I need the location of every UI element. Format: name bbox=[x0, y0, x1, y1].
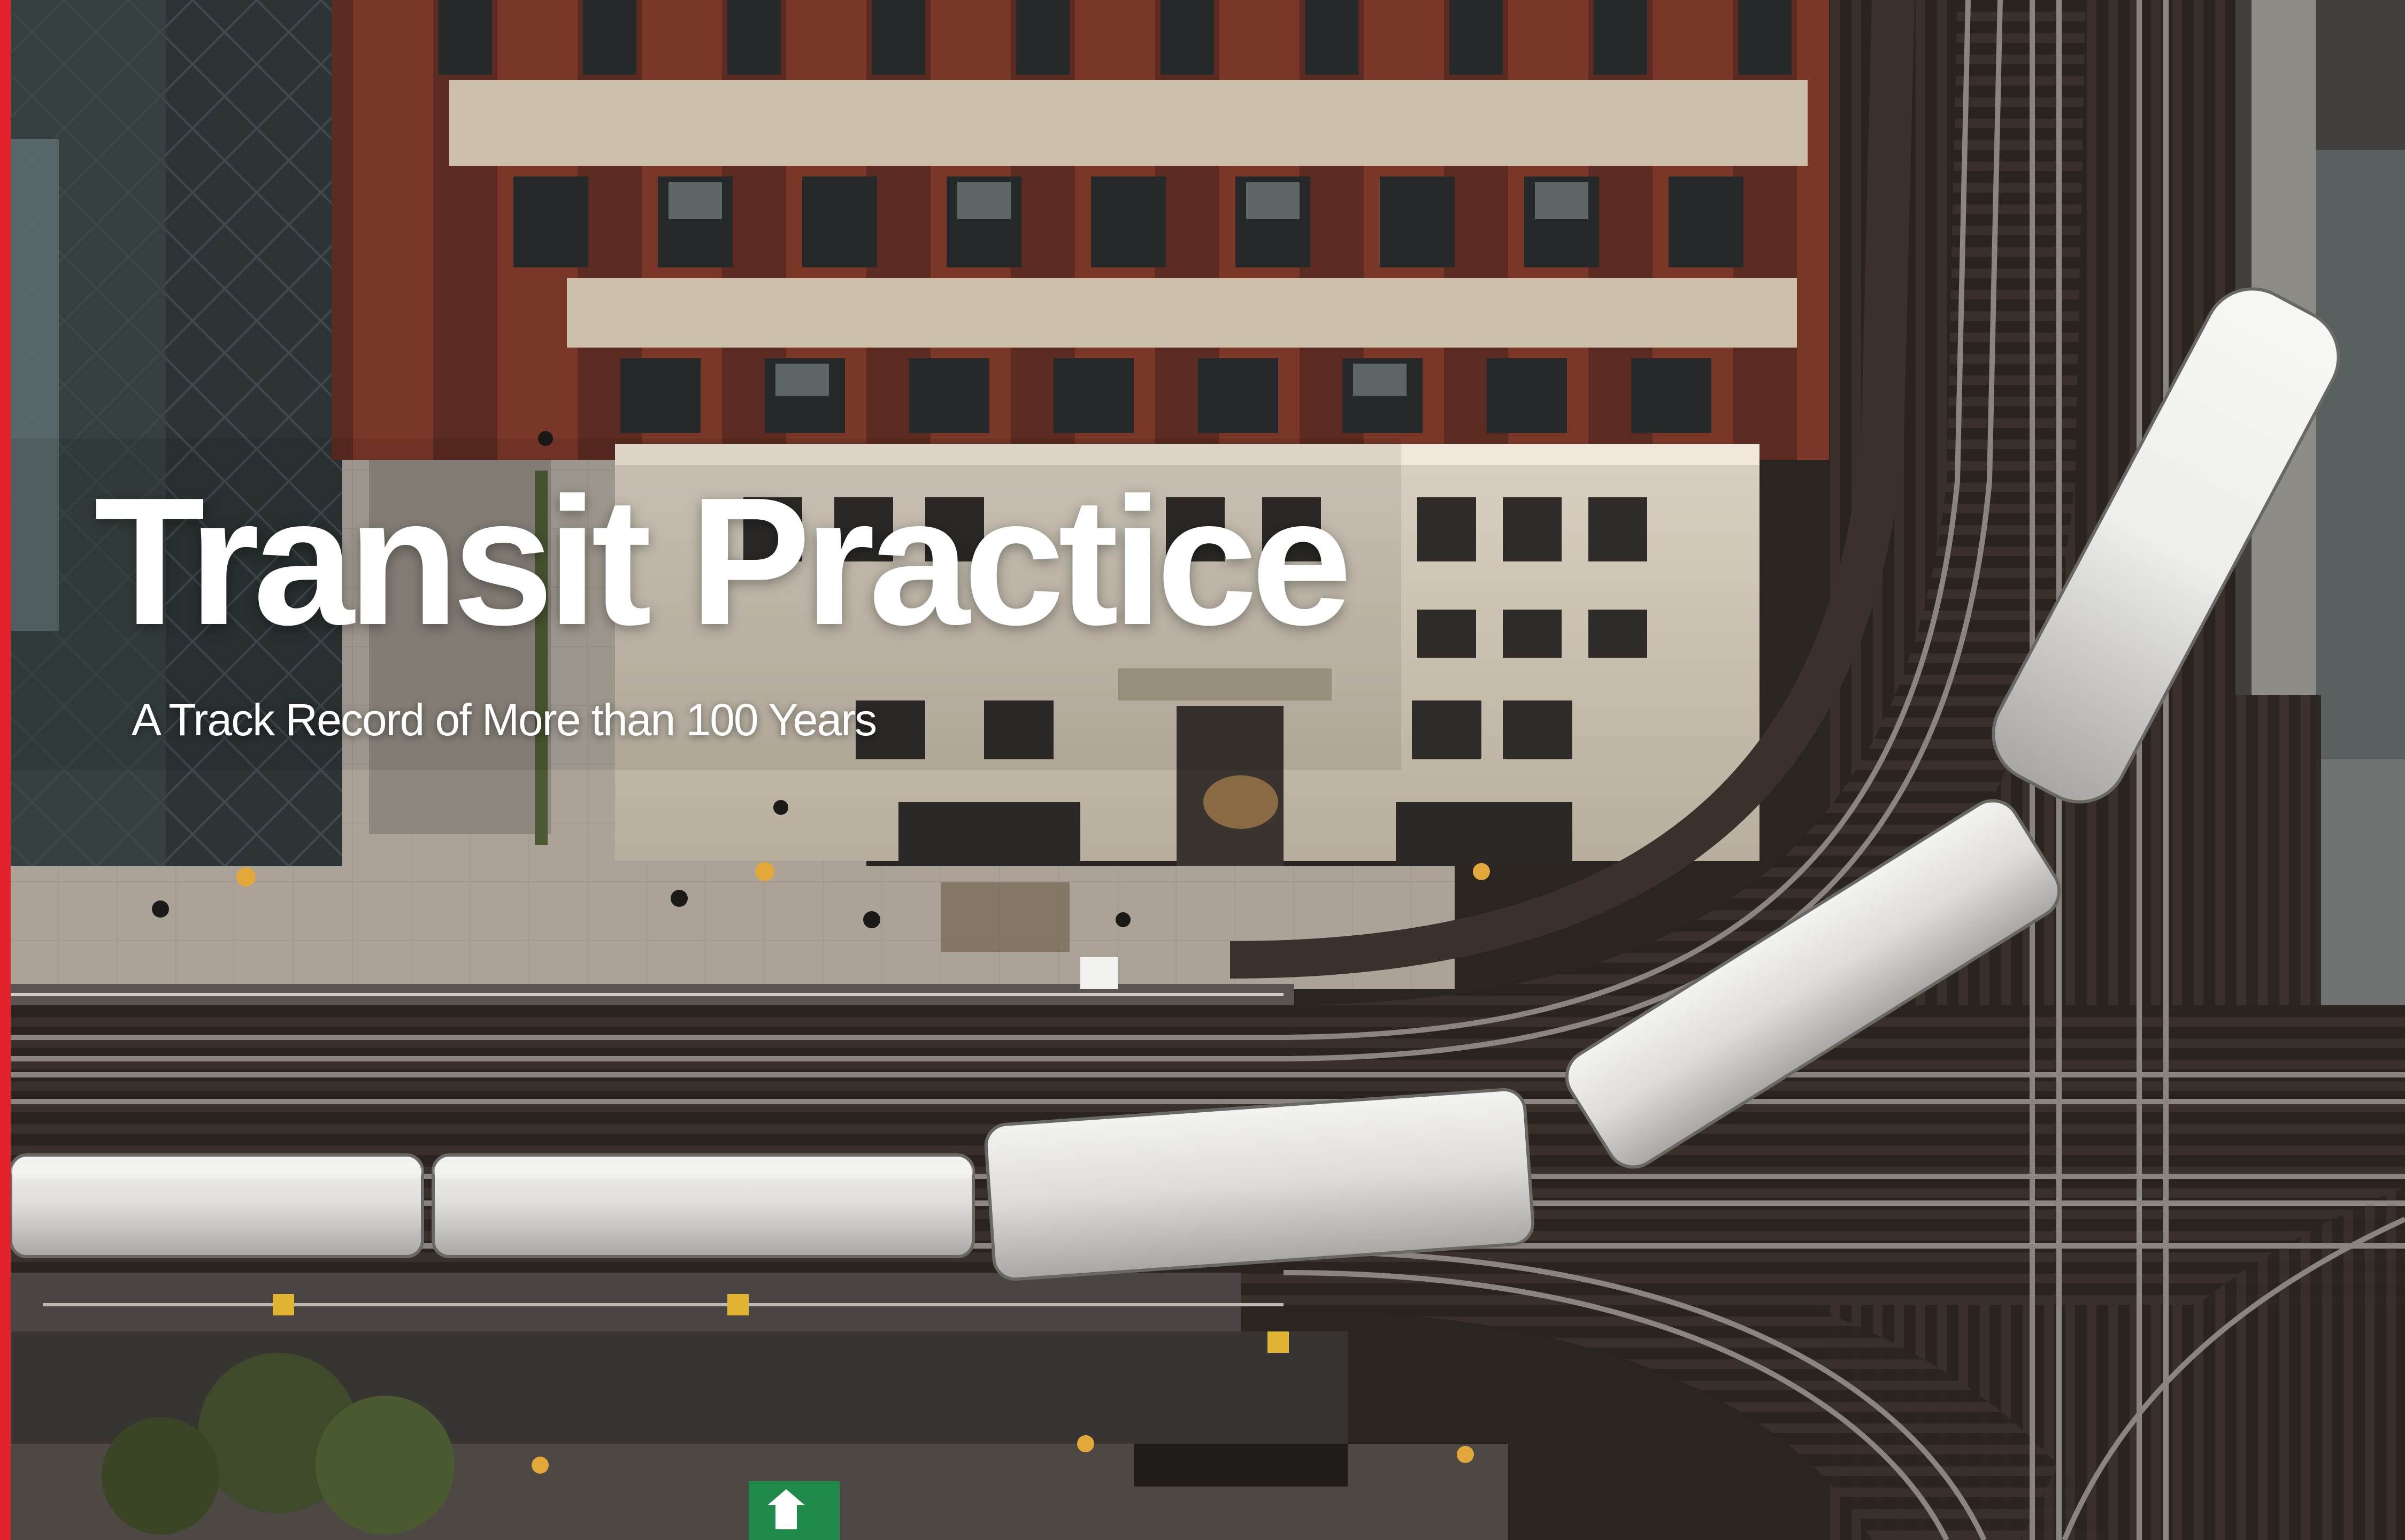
page-subtitle: A Track Record of More than 100 Years bbox=[132, 695, 877, 745]
title-block: Transit Practice A Track Record of More … bbox=[94, 471, 1485, 742]
aerial-transit-photo bbox=[0, 0, 2405, 1540]
accent-bar bbox=[0, 0, 11, 1540]
hero-banner: Transit Practice A Track Record of More … bbox=[0, 0, 2405, 1540]
page-title: Transit Practice bbox=[94, 460, 1352, 663]
